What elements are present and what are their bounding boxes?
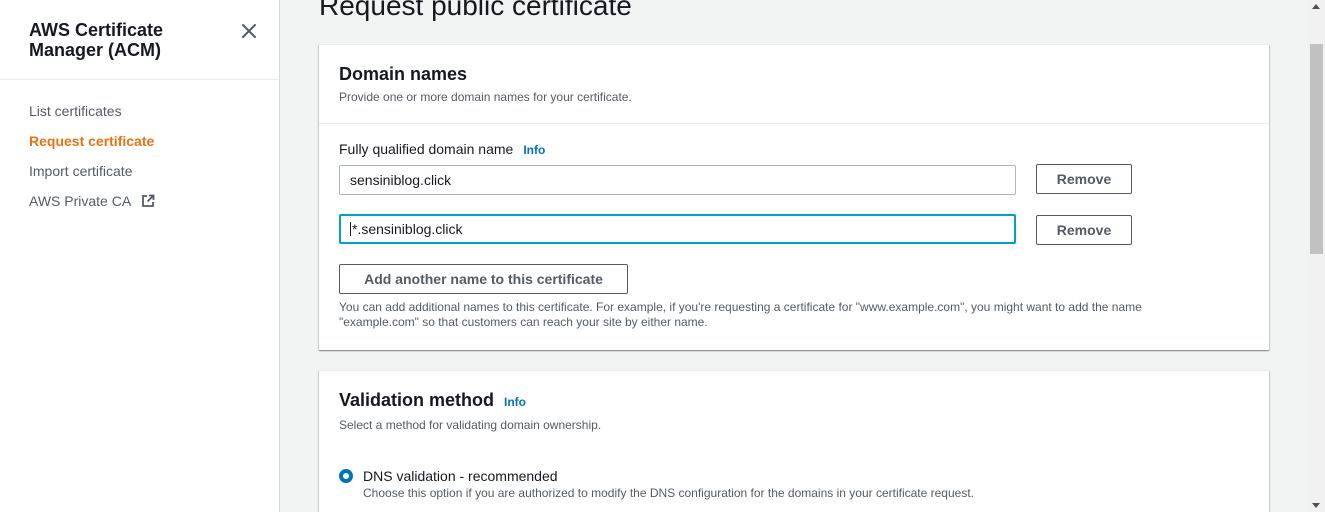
sidebar-item-request-certificate[interactable]: Request certificate [29, 126, 155, 156]
domain-value: sensiniblog.click [350, 172, 452, 188]
sidebar-item-label: Import certificate [29, 163, 133, 179]
info-link[interactable]: Info [523, 143, 545, 157]
help-text: You can add additional names to this cer… [339, 300, 1142, 329]
panel-description: Provide one or more domain names for you… [339, 90, 632, 104]
panel-header: Domain names Provide one or more domain … [319, 45, 1269, 124]
external-link-icon [142, 194, 155, 207]
domain-value: *.sensiniblog.click [352, 221, 463, 237]
sidebar-item-list-certificates[interactable]: List certificates [29, 96, 155, 126]
scroll-thumb[interactable] [1310, 44, 1323, 254]
panel-header: Validation method Info Select a method f… [319, 371, 1269, 432]
panel-description: Select a method for validating domain ow… [339, 418, 602, 432]
close-icon[interactable] [238, 20, 260, 42]
text-caret [350, 222, 351, 237]
info-link[interactable]: Info [504, 392, 526, 412]
scroll-down-icon[interactable] [1312, 503, 1320, 508]
panel-title: Domain names [339, 64, 468, 84]
sidebar-header: AWS Certificate Manager (ACM) [0, 0, 279, 80]
field-label: Fully qualified domain name Info [339, 141, 545, 157]
sidebar: AWS Certificate Manager (ACM) List certi… [0, 0, 280, 512]
scrollbar[interactable] [1308, 0, 1325, 512]
radio-text: DNS validation - recommended Choose this… [363, 467, 974, 501]
radio-selected-icon[interactable] [339, 469, 353, 483]
validation-method-panel: Validation method Info Select a method f… [319, 370, 1269, 512]
domain-input-2[interactable]: *.sensiniblog.click [339, 214, 1016, 244]
page-title: Request public certificate [319, 0, 632, 21]
sidebar-item-aws-private-ca[interactable]: AWS Private CA [29, 186, 155, 216]
dns-validation-option[interactable]: DNS validation - recommended Choose this… [339, 467, 974, 501]
domain-names-panel: Domain names Provide one or more domain … [319, 44, 1269, 350]
radio-label: DNS validation - recommended [363, 468, 558, 484]
add-name-button[interactable]: Add another name to this certificate [339, 264, 628, 294]
remove-button[interactable]: Remove [1036, 215, 1132, 245]
sidebar-nav: List certificates Request certificate Im… [29, 96, 155, 216]
fqdn-label: Fully qualified domain name [339, 141, 514, 157]
panel-title-text: Validation method [339, 390, 495, 410]
panel-title: Validation method Info [339, 390, 1249, 412]
remove-button[interactable]: Remove [1036, 164, 1132, 194]
scroll-up-icon[interactable] [1312, 4, 1320, 9]
radio-description: Choose this option if you are authorized… [363, 486, 974, 500]
sidebar-item-label: Request certificate [29, 133, 155, 149]
sidebar-item-import-certificate[interactable]: Import certificate [29, 156, 155, 186]
sidebar-item-label: AWS Private CA [29, 193, 132, 209]
sidebar-item-label: List certificates [29, 103, 122, 119]
domain-input-1[interactable]: sensiniblog.click [339, 165, 1016, 195]
sidebar-title: AWS Certificate Manager (ACM) [29, 20, 164, 60]
